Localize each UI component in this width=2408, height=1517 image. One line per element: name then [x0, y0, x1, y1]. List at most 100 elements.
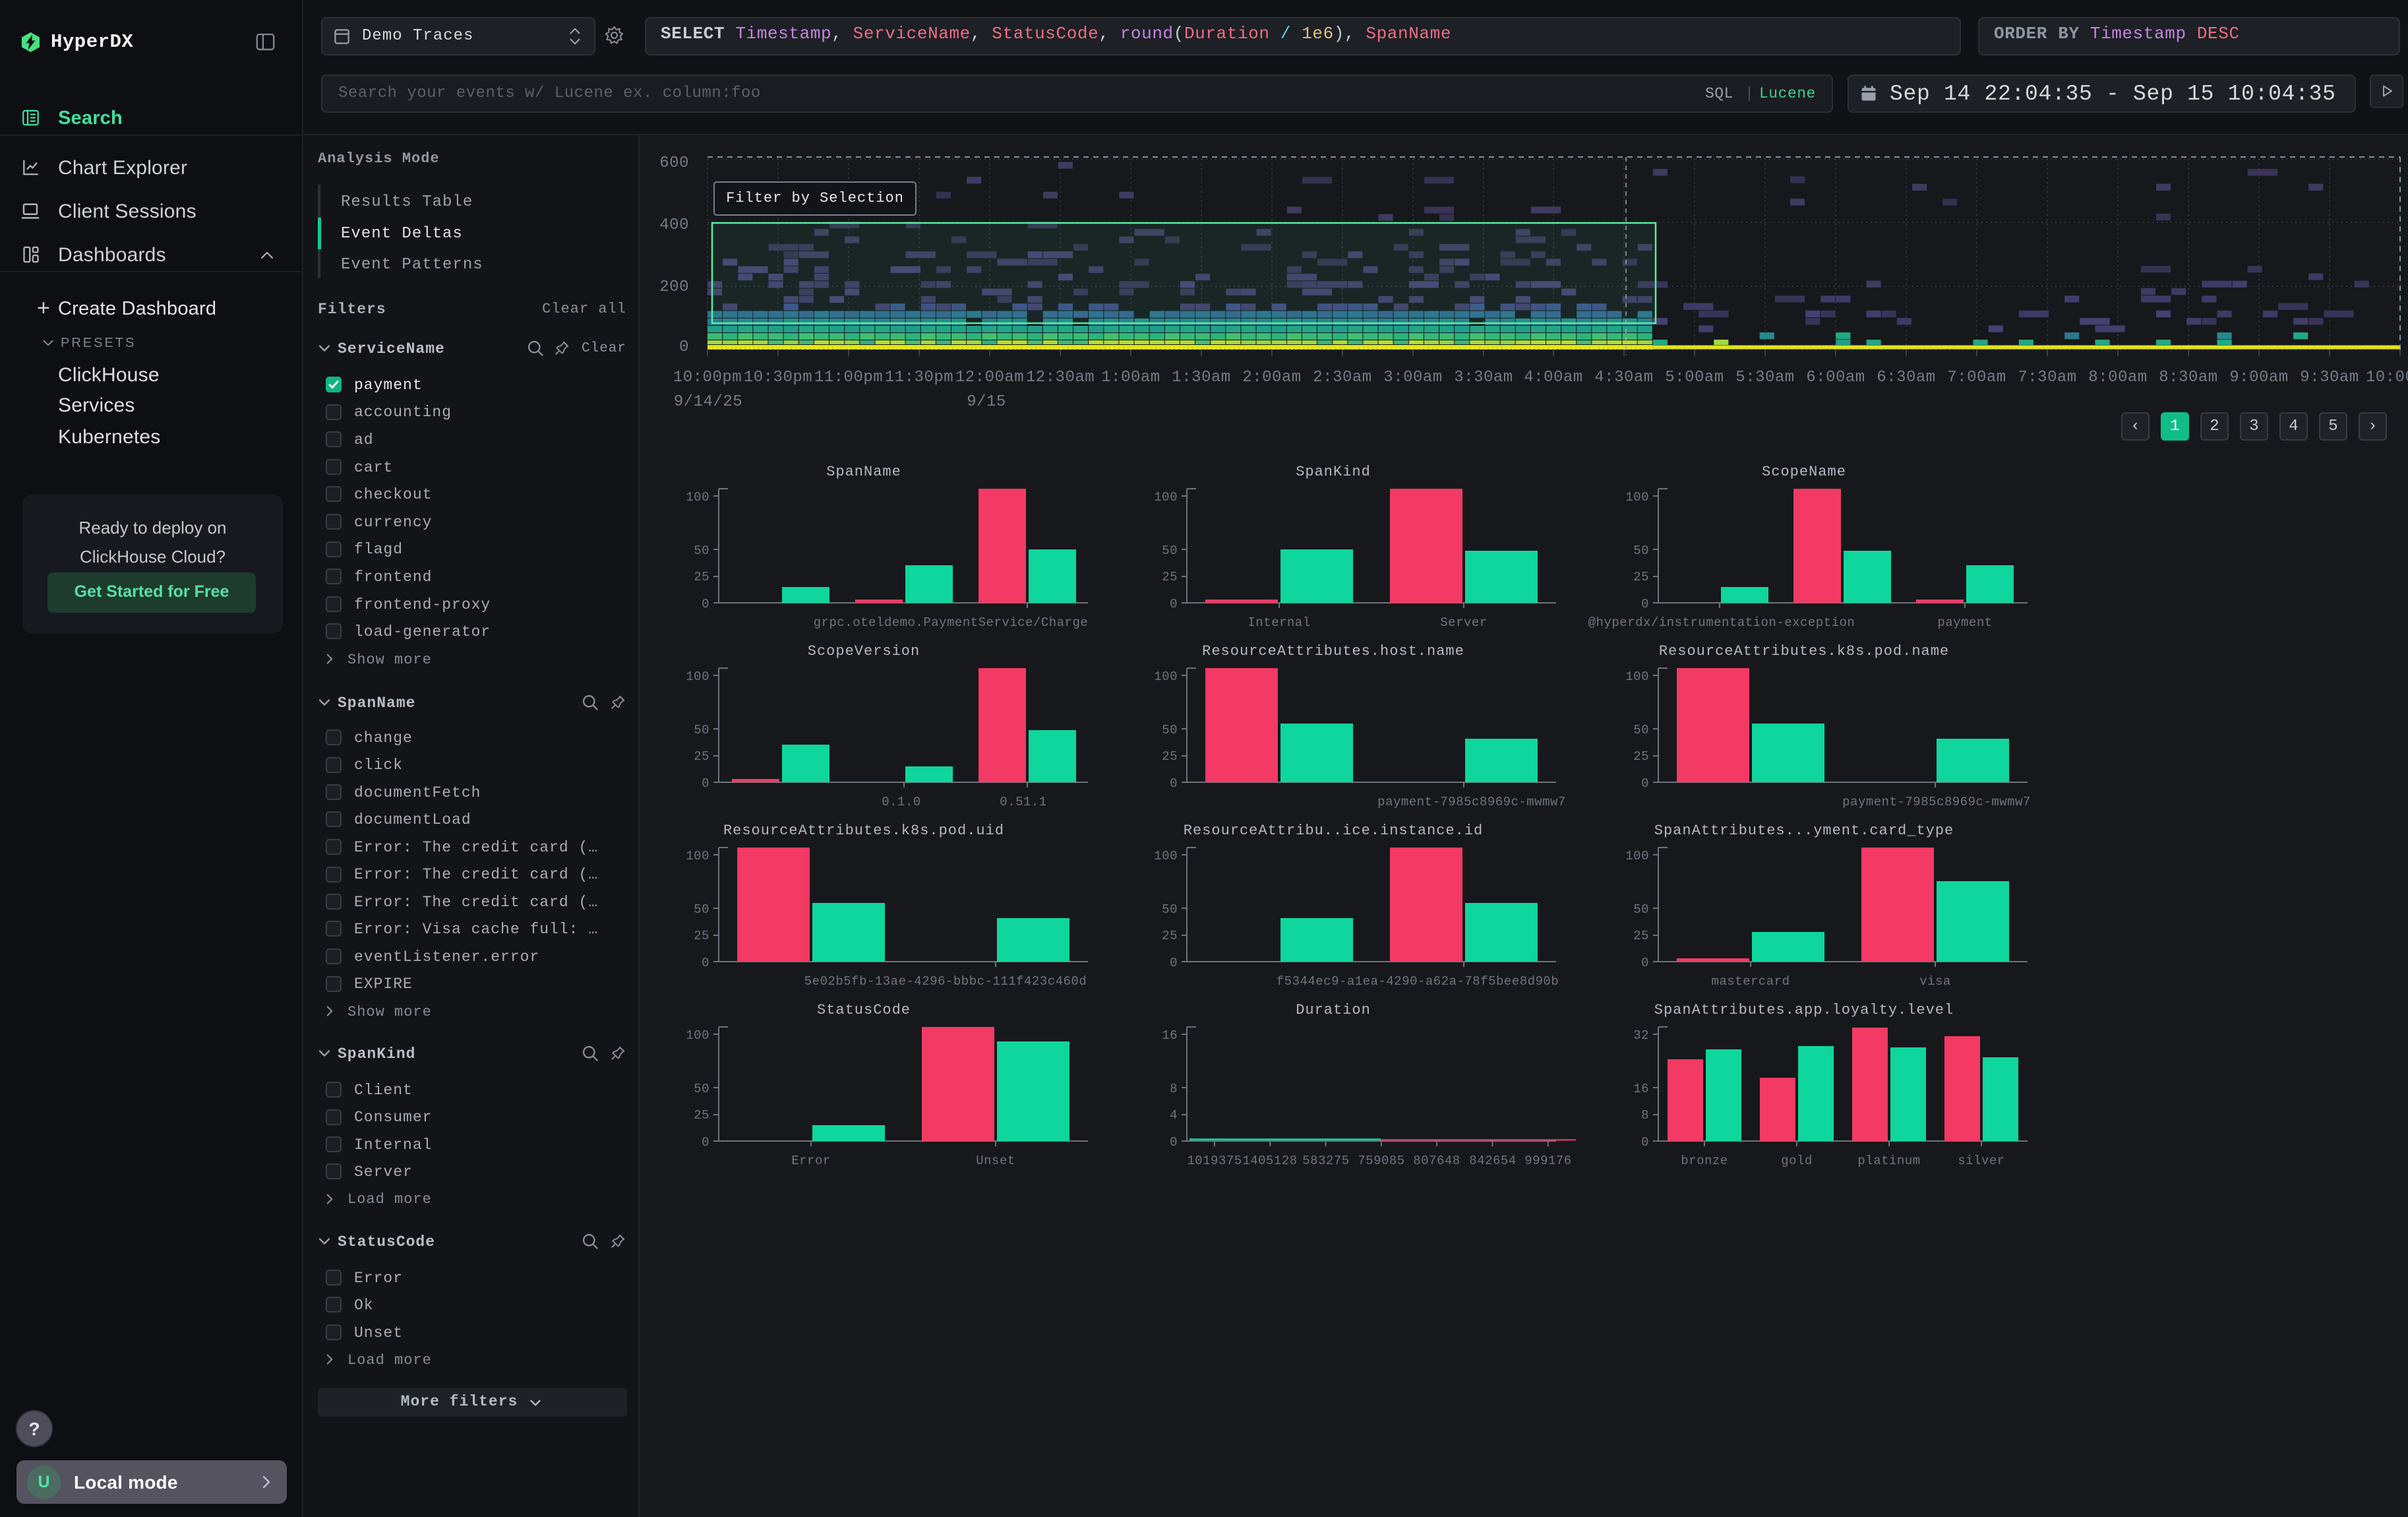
svg-text:0: 0: [1170, 597, 1178, 611]
svg-text:8:00am: 8:00am: [2088, 369, 2147, 387]
svg-text:5:30am: 5:30am: [1735, 369, 1794, 387]
svg-text:payment-7985c8969c-mwmw7: payment-7985c8969c-mwmw7: [1377, 795, 1566, 809]
svg-text:visa: visa: [1919, 974, 1951, 989]
svg-text:25: 25: [694, 570, 709, 584]
svg-text:SpanAttributes...yment.card_ty: SpanAttributes...yment.card_type: [1654, 822, 1954, 839]
svg-text:4:30am: 4:30am: [1594, 369, 1653, 387]
svg-text:25: 25: [1633, 929, 1649, 943]
svg-text:12:30am: 12:30am: [1026, 369, 1095, 387]
svg-text:0: 0: [702, 1135, 709, 1150]
svg-text:1:30am: 1:30am: [1172, 369, 1230, 387]
svg-text:0: 0: [1170, 1135, 1178, 1150]
svg-text:f5344ec9-a1ea-4290-a62a-78f5be: f5344ec9-a1ea-4290-a62a-78f5bee8d90b: [1277, 974, 1559, 989]
svg-text:Unset: Unset: [976, 1154, 1015, 1168]
svg-text:25: 25: [1162, 570, 1178, 584]
svg-text:Error: Error: [791, 1154, 831, 1168]
svg-text:8:30am: 8:30am: [2159, 369, 2217, 387]
svg-text:50: 50: [694, 723, 709, 737]
svg-text:100: 100: [686, 1028, 709, 1043]
svg-text:0: 0: [1641, 597, 1649, 611]
svg-text:50: 50: [1633, 543, 1649, 558]
svg-text:25: 25: [694, 929, 709, 943]
svg-text:25: 25: [1162, 929, 1178, 943]
svg-text:@hyperdx/instrumentation-excep: @hyperdx/instrumentation-exception: [1588, 615, 1855, 630]
svg-text:0: 0: [702, 776, 709, 791]
svg-text:0: 0: [1641, 956, 1649, 970]
svg-text:4:00am: 4:00am: [1524, 369, 1582, 387]
svg-text:759085: 759085: [1358, 1154, 1404, 1168]
svg-text:3:30am: 3:30am: [1454, 369, 1513, 387]
svg-text:payment: payment: [1937, 615, 1992, 630]
svg-text:100: 100: [1625, 849, 1649, 863]
svg-text:50: 50: [1162, 723, 1178, 737]
svg-text:7:00am: 7:00am: [1947, 369, 2006, 387]
svg-text:50: 50: [1162, 902, 1178, 917]
svg-text:50: 50: [1162, 543, 1178, 558]
svg-text:ResourceAttributes.host.name: ResourceAttributes.host.name: [1202, 643, 1464, 660]
svg-text:16: 16: [1633, 1082, 1649, 1096]
svg-text:payment-7985c8969c-mwmw7: payment-7985c8969c-mwmw7: [1842, 795, 2031, 809]
svg-text:mastercard: mastercard: [1711, 974, 1790, 989]
svg-text:0: 0: [1641, 776, 1649, 791]
svg-text:8: 8: [1170, 1082, 1178, 1096]
svg-text:100: 100: [686, 490, 709, 505]
svg-text:0.1.0: 0.1.0: [882, 795, 921, 809]
svg-text:25: 25: [694, 1108, 709, 1123]
svg-text:600: 600: [659, 154, 689, 172]
svg-text:2:30am: 2:30am: [1313, 369, 1371, 387]
svg-text:9/15: 9/15: [967, 393, 1006, 411]
svg-text:9:00am: 9:00am: [2229, 369, 2288, 387]
svg-text:gold: gold: [1781, 1154, 1813, 1168]
svg-text:50: 50: [694, 1082, 709, 1096]
svg-text:50: 50: [694, 543, 709, 558]
svg-text:ResourceAttribu..ice.instance.: ResourceAttribu..ice.instance.id: [1184, 822, 1483, 839]
svg-text:999176: 999176: [1524, 1154, 1571, 1168]
svg-text:8: 8: [1641, 1108, 1649, 1123]
svg-text:25: 25: [1633, 749, 1649, 764]
svg-text:50: 50: [1633, 723, 1649, 737]
svg-text:583275: 583275: [1302, 1154, 1349, 1168]
svg-text:SpanName: SpanName: [826, 464, 901, 480]
svg-text:bronze: bronze: [1681, 1154, 1728, 1168]
svg-text:9:30am: 9:30am: [2300, 369, 2359, 387]
svg-text:50: 50: [694, 902, 709, 917]
svg-text:3:00am: 3:00am: [1383, 369, 1442, 387]
svg-text:807648: 807648: [1413, 1154, 1460, 1168]
svg-text:7:30am: 7:30am: [2018, 369, 2076, 387]
svg-text:100: 100: [1625, 490, 1649, 505]
svg-text:silver: silver: [1958, 1154, 2004, 1168]
svg-text:6:30am: 6:30am: [1877, 369, 1935, 387]
svg-text:ResourceAttributes.k8s.pod.nam: ResourceAttributes.k8s.pod.name: [1659, 643, 1949, 660]
svg-text:grpc.oteldemo.PaymentService/C: grpc.oteldemo.PaymentService/Charge: [814, 615, 1089, 630]
svg-text:16: 16: [1162, 1028, 1178, 1043]
svg-text:25: 25: [1162, 749, 1178, 764]
svg-text:10:00am: 10:00am: [2366, 369, 2408, 387]
svg-text:4: 4: [1170, 1108, 1178, 1123]
svg-text:25: 25: [1633, 570, 1649, 584]
svg-text:9/14/25: 9/14/25: [674, 393, 742, 411]
svg-text:1405128: 1405128: [1242, 1154, 1297, 1168]
svg-text:Internal: Internal: [1248, 615, 1310, 630]
svg-text:10:00pm: 10:00pm: [673, 369, 742, 387]
svg-text:1:00am: 1:00am: [1101, 369, 1160, 387]
svg-text:842654: 842654: [1469, 1154, 1516, 1168]
svg-text:6:00am: 6:00am: [1806, 369, 1865, 387]
svg-text:11:00pm: 11:00pm: [814, 369, 883, 387]
svg-text:ResourceAttributes.k8s.pod.uid: ResourceAttributes.k8s.pod.uid: [723, 822, 1004, 839]
svg-text:platinum: platinum: [1857, 1154, 1920, 1168]
svg-text:0: 0: [679, 338, 689, 356]
svg-text:0: 0: [1170, 776, 1178, 791]
svg-text:ScopeVersion: ScopeVersion: [808, 643, 920, 660]
svg-text:100: 100: [686, 849, 709, 863]
svg-text:Server: Server: [1440, 615, 1487, 630]
svg-text:100: 100: [1154, 490, 1178, 505]
svg-text:25: 25: [694, 749, 709, 764]
svg-text:0.51.1: 0.51.1: [1000, 795, 1046, 809]
svg-text:100: 100: [1625, 669, 1649, 684]
svg-text:100: 100: [1154, 669, 1178, 684]
svg-text:12:00am: 12:00am: [955, 369, 1024, 387]
svg-text:11:30pm: 11:30pm: [885, 369, 953, 387]
svg-text:0: 0: [1641, 1135, 1649, 1150]
svg-text:10:30pm: 10:30pm: [744, 369, 812, 387]
svg-text:100: 100: [686, 669, 709, 684]
